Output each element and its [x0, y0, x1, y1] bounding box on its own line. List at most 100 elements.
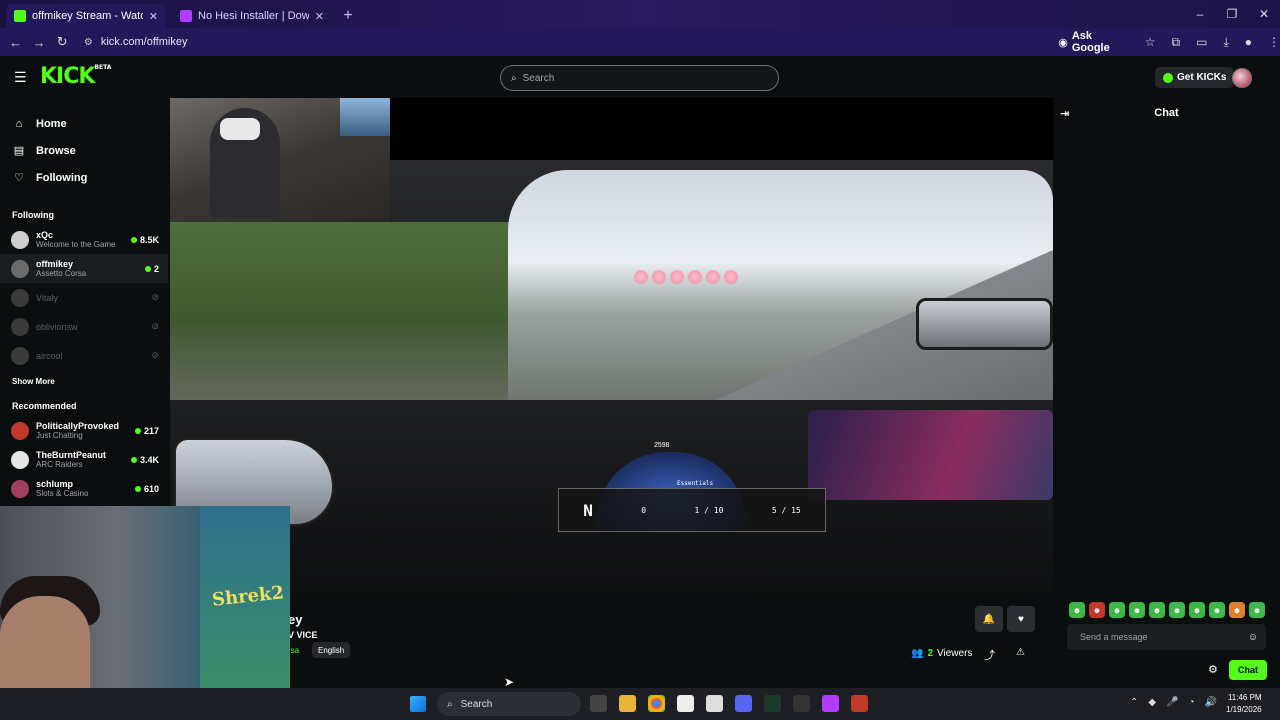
get-kicks-button[interactable]: Get KICKs — [1155, 67, 1235, 88]
heart-icon: ♥ — [1018, 613, 1024, 625]
vr-headset — [220, 118, 260, 140]
browser-tab-nohesi[interactable]: No Hesi Installer | Download N ✕ — [172, 4, 332, 28]
ask-google-button[interactable]: ◉ Ask Google — [1058, 30, 1131, 54]
emote-icon[interactable]: ☻ — [1169, 602, 1185, 618]
channel-item-offmikey[interactable]: offmikey Assetto Corsa 2 — [0, 254, 168, 283]
channel-item-aircool[interactable]: aircool ⊘ — [0, 341, 168, 370]
close-window-button[interactable]: ✕ — [1248, 0, 1280, 28]
sidebar-item-browse[interactable]: ▤ Browse — [0, 137, 168, 164]
chat-header: ⇥ Chat — [1053, 98, 1280, 128]
emote-icon[interactable]: ☻ — [1189, 602, 1205, 618]
shift-lights — [634, 270, 738, 284]
profile-icon[interactable]: ● — [1245, 35, 1252, 50]
channel-item-politicallyprovoked[interactable]: PoliticallyProvoked Just Chatting 217 — [0, 416, 168, 445]
following-section-title: Following — [12, 210, 54, 220]
search-icon: ⌕ — [447, 698, 453, 710]
windows-start-icon[interactable] — [410, 696, 426, 712]
channel-item-schlump[interactable]: schlump Slots & Casino 610 — [0, 474, 168, 503]
emote-icon[interactable]: ☻ — [1109, 602, 1125, 618]
reload-icon[interactable]: ↻ — [51, 34, 74, 50]
collapse-chat-icon[interactable]: ⇥ — [1060, 107, 1069, 120]
avatar — [11, 421, 29, 440]
wifi-icon[interactable]: ◔ — [1189, 697, 1195, 708]
live-dot-icon — [134, 485, 141, 492]
terminal-icon[interactable] — [764, 695, 781, 712]
kick-favicon-icon — [14, 10, 26, 22]
emote-icon[interactable]: ☻ — [1069, 602, 1085, 618]
close-tab-icon[interactable]: ✕ — [315, 10, 324, 23]
emote-icon[interactable]: ☻ — [1209, 602, 1225, 618]
video-player[interactable]: 2598 Essentials N 0 1 / 10 5 / 15 — [170, 98, 1053, 594]
notification-bell-button[interactable]: 🔔 — [975, 606, 1003, 632]
back-arrow-icon[interactable]: ← — [4, 35, 27, 50]
show-more-button[interactable]: Show More — [0, 370, 168, 392]
new-tab-button[interactable]: + — [336, 4, 360, 28]
nohesi-app-icon[interactable] — [822, 695, 839, 712]
steam-icon[interactable] — [793, 695, 810, 712]
position-readout: 5 / 15 — [771, 505, 801, 515]
hamburger-menu-icon[interactable]: ☰ — [14, 69, 27, 86]
recorder-app-icon[interactable] — [851, 695, 868, 712]
forward-arrow-icon[interactable]: → — [27, 35, 50, 50]
emote-icon[interactable]: ☻ — [1149, 602, 1165, 618]
store-icon[interactable] — [677, 695, 694, 712]
channel-item-xqc[interactable]: xQc Welcome to the Game 8.5K — [0, 225, 168, 254]
follow-heart-button[interactable]: ♥ — [1007, 606, 1035, 632]
channel-item-theburntpeanut[interactable]: TheBurntPeanut ARC Raiders 3.4K — [0, 445, 168, 474]
emote-icon[interactable]: ☻ — [1129, 602, 1145, 618]
extensions-icon[interactable]: ⧉ — [1172, 35, 1181, 50]
live-dot-icon — [134, 427, 141, 434]
user-avatar[interactable] — [1232, 68, 1252, 88]
recommended-section-title: Recommended — [12, 401, 77, 411]
chevron-up-icon[interactable]: ⌃ — [1130, 697, 1138, 708]
report-warning-icon[interactable]: ⚠ — [1016, 647, 1025, 658]
avatar — [11, 259, 29, 278]
rearview-mirror — [916, 298, 1053, 350]
microphone-icon[interactable]: 🎤 — [1166, 697, 1178, 708]
emote-icon[interactable]: ☻ — [1249, 602, 1265, 618]
chat-message-input[interactable]: Send a message ☺ — [1067, 624, 1266, 650]
sidebar-item-following[interactable]: ♡ Following — [0, 164, 168, 191]
streamer-webcam-overlay — [170, 98, 390, 222]
avatar — [11, 230, 29, 249]
kick-logo[interactable]: KICKBETA — [40, 64, 111, 89]
language-tag[interactable]: English — [312, 642, 351, 658]
close-tab-icon[interactable]: ✕ — [149, 10, 158, 23]
minimize-button[interactable]: – — [1184, 0, 1216, 28]
channel-item-oblivionsw[interactable]: oblivionsw ⊘ — [0, 312, 168, 341]
share-icon[interactable]: ⤴ — [984, 647, 995, 663]
network-app-icon[interactable]: ◆ — [1148, 697, 1156, 708]
browser-titlebar: offmikey Stream - Watch Live o ✕ No Hesi… — [0, 0, 1280, 28]
home-icon: ⌂ — [15, 117, 23, 130]
task-view-icon[interactable] — [590, 695, 607, 712]
discord-icon[interactable] — [735, 695, 752, 712]
maximize-button[interactable]: ❐ — [1216, 0, 1248, 28]
channel-item-vitaly[interactable]: Vitaly ⊘ — [0, 283, 168, 312]
emote-icon[interactable]: ☻ — [1089, 602, 1105, 618]
browse-icon: ▤ — [13, 145, 25, 157]
url-field[interactable]: ⚙ kick.com/offmikey — [78, 31, 1058, 53]
send-chat-button[interactable]: Chat — [1229, 660, 1267, 680]
chat-settings-gear-icon[interactable]: ⚙ — [1208, 663, 1218, 676]
browser-tab-kick[interactable]: offmikey Stream - Watch Live o ✕ — [6, 4, 166, 28]
live-dot-icon — [130, 236, 137, 243]
kicks-coin-icon — [1163, 72, 1173, 83]
bookmark-star-icon[interactable]: ☆ — [1145, 35, 1156, 50]
file-explorer-icon[interactable] — [619, 695, 636, 712]
sidebar-item-home[interactable]: ⌂ Home — [0, 110, 168, 137]
emoji-picker-icon[interactable]: ☺ — [1248, 632, 1258, 643]
taskbar-clock[interactable]: 11:46 PM 1/19/2026 — [1226, 692, 1262, 716]
taskbar-search[interactable]: ⌕ Search — [437, 692, 581, 716]
menu-kebab-icon[interactable]: ⋮ — [1268, 35, 1280, 50]
chrome-icon[interactable] — [648, 695, 665, 712]
avatar — [11, 479, 29, 498]
tab-title: offmikey Stream - Watch Live o — [32, 10, 143, 22]
search-input[interactable]: ⌕ Search — [500, 65, 779, 91]
site-info-icon[interactable]: ⚙ — [84, 37, 93, 48]
volume-icon[interactable]: 🔊 — [1205, 697, 1217, 708]
cast-icon[interactable]: ▭ — [1196, 35, 1207, 50]
download-icon[interactable]: ⤓ — [1223, 35, 1228, 50]
offline-icon: ⊘ — [151, 350, 159, 360]
emote-icon[interactable]: ☻ — [1229, 602, 1245, 618]
notepad-icon[interactable] — [706, 695, 723, 712]
